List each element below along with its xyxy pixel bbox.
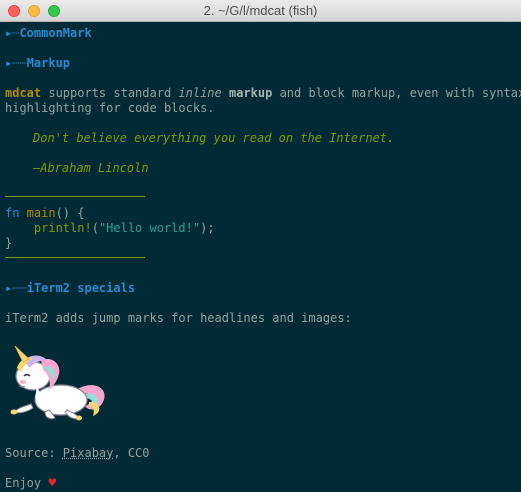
blockquote-attribution: —Abraham Lincoln <box>33 161 149 175</box>
code-block-top-rule <box>5 196 145 197</box>
text <box>222 86 229 100</box>
heading-marker: ▸┈┈ <box>5 281 27 295</box>
command-name: mdcat <box>5 86 42 100</box>
heading-marker: ▸┈┈ <box>5 56 27 70</box>
heading-text: Markup <box>26 56 71 70</box>
code-block-bottom-rule <box>5 257 145 258</box>
unicorn-image <box>10 345 105 421</box>
code-line: fn main() { <box>5 206 84 221</box>
window-title: 2. ~/G/l/mdcat (fish) <box>203 3 318 18</box>
terminal-window: 2. ~/G/l/mdcat (fish) ▸┈CommonMark ▸┈┈Ma… <box>0 0 521 492</box>
function-name: main <box>19 206 56 220</box>
heading-marker: ▸┈ <box>5 26 20 40</box>
blockquote-line: Don't believe everything you read on the… <box>33 131 395 145</box>
heading-text: iTerm2 specials <box>26 281 136 295</box>
text: supports standard <box>41 86 179 100</box>
bold-text: markup <box>229 86 273 100</box>
heading-markup: ▸┈┈Markup <box>5 56 70 71</box>
punctuation: () { <box>55 206 85 220</box>
italic-text: inline <box>178 86 222 100</box>
paragraph-line: iTerm2 adds jump marks for headlines and… <box>5 311 352 325</box>
heading-iterm: ▸┈┈iTerm2 specials <box>5 281 135 296</box>
text: and block markup, even with syntax <box>272 86 521 100</box>
paragraph-line: highlighting for code blocks. <box>5 101 215 115</box>
heart-icon: ♥ <box>48 476 57 491</box>
source-link[interactable]: Pixabay <box>63 446 114 460</box>
punctuation: ( <box>91 221 99 235</box>
heading-text: CommonMark <box>19 26 92 40</box>
image-source-line: Source: Pixabay, CC0 <box>5 446 150 461</box>
punctuation: ); <box>200 221 215 235</box>
enjoy-line: Enjoy ♥ <box>5 476 56 491</box>
title-bar: 2. ~/G/l/mdcat (fish) <box>0 0 521 22</box>
license-text: , CC0 <box>113 446 150 460</box>
code-line: } <box>5 236 13 250</box>
heading-commonmark: ▸┈CommonMark <box>5 26 92 41</box>
enjoy-text: Enjoy <box>5 476 49 490</box>
macro-name: println! <box>33 221 92 235</box>
terminal-content[interactable]: ▸┈CommonMark ▸┈┈Markup mdcat supports st… <box>5 22 521 492</box>
source-label: Source: <box>5 446 63 460</box>
string-literal: "Hello world!" <box>98 221 201 235</box>
paragraph-line: mdcat supports standard inline markup an… <box>5 86 521 101</box>
keyword: fn <box>5 206 20 220</box>
code-line: println!("Hello world!"); <box>5 221 215 236</box>
